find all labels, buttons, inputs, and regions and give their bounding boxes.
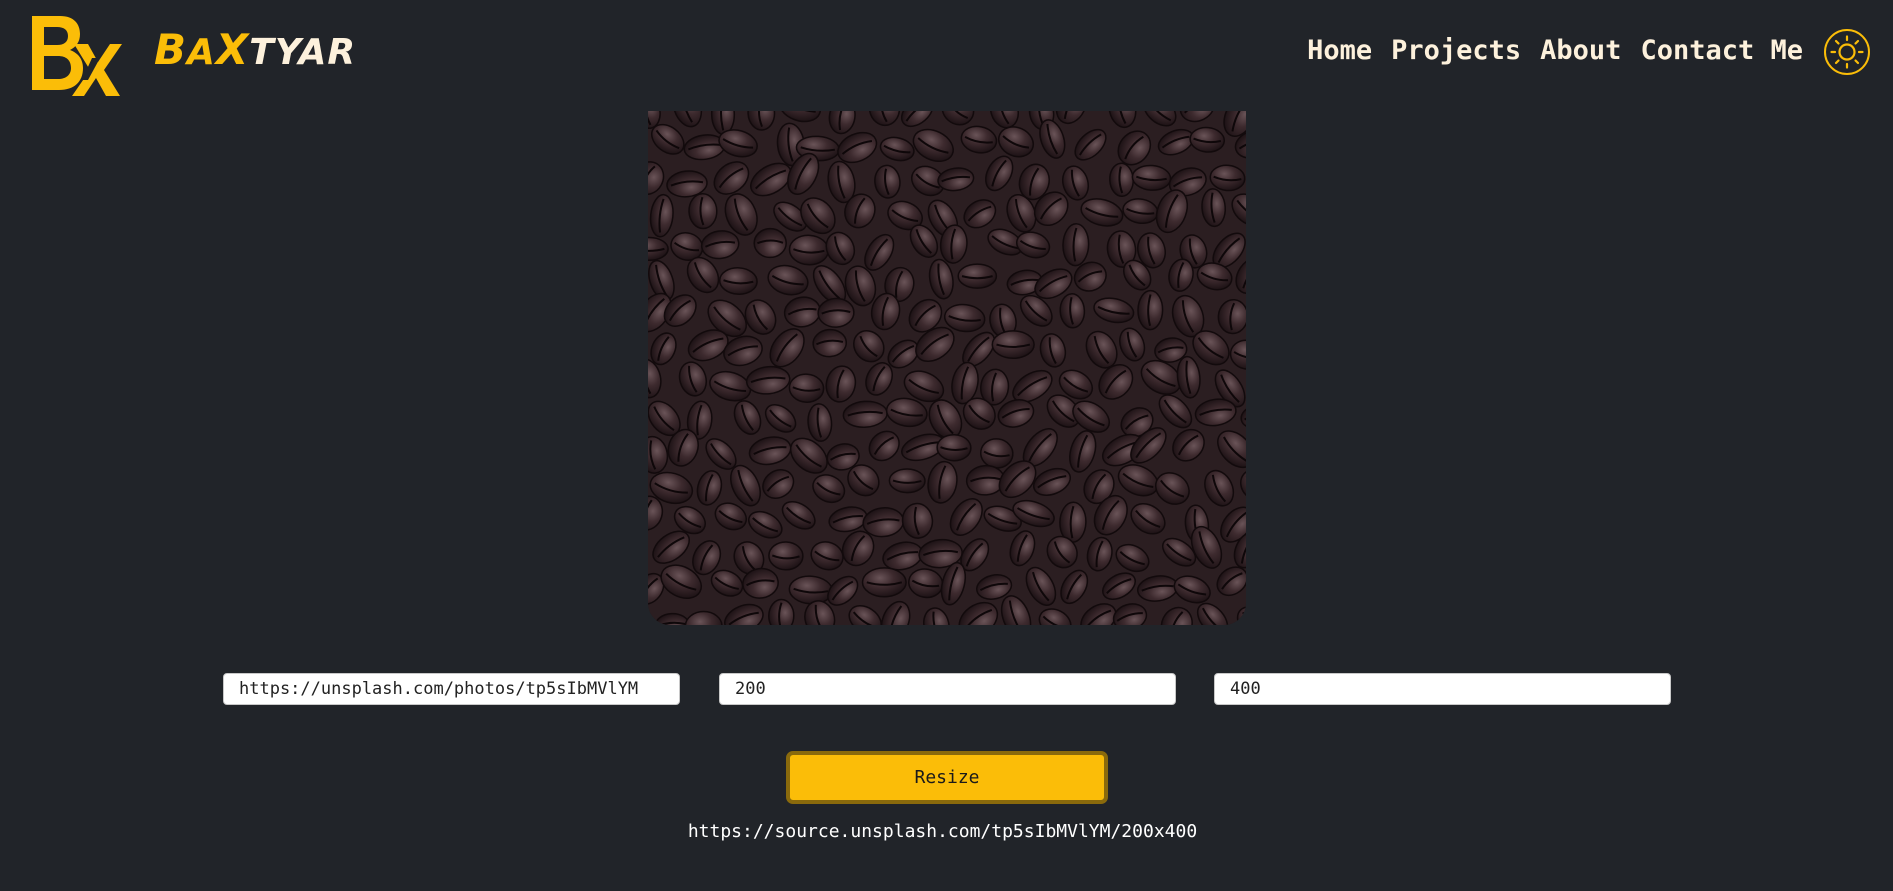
coffee-bean (1137, 289, 1164, 331)
nav-about[interactable]: About (1540, 33, 1621, 69)
brand-letter-a: A (187, 32, 216, 73)
coffee-beans-image (648, 111, 1246, 625)
image-url-input[interactable] (223, 673, 680, 705)
nav-projects[interactable]: Projects (1391, 33, 1521, 69)
main-nav: Home Projects About Contact Me (1307, 33, 1803, 69)
resize-button[interactable]: Resize (786, 751, 1108, 804)
theme-toggle-button[interactable] (1824, 29, 1870, 75)
coffee-bean (753, 227, 787, 259)
width-input[interactable] (719, 673, 1176, 705)
site-header: BAXTYAR Home Projects About Contact Me (0, 0, 1893, 104)
coffee-beans-illustration (648, 111, 1246, 625)
coffee-bean (688, 192, 718, 230)
result-url[interactable]: https://source.unsplash.com/tp5sIbMVlYM/… (0, 820, 1893, 844)
sun-icon (1830, 35, 1864, 69)
nav-home[interactable]: Home (1307, 33, 1372, 69)
brand-letter-x: X (215, 25, 250, 74)
bx-logo-icon[interactable] (30, 14, 122, 96)
brand-name[interactable]: BAXTYAR (154, 28, 356, 75)
coffee-bean (768, 541, 804, 571)
coffee-bean (991, 330, 1035, 360)
coffee-bean (1062, 223, 1090, 267)
brand-letter-b: B (154, 25, 188, 74)
coffee-bean (861, 567, 907, 598)
brand-letters-rest: TYAR (249, 32, 357, 73)
nav-contact-me[interactable]: Contact Me (1640, 33, 1803, 69)
coffee-bean (888, 468, 926, 494)
coffee-bean (957, 263, 998, 289)
coffee-bean (936, 433, 972, 462)
height-input[interactable] (1214, 673, 1671, 705)
